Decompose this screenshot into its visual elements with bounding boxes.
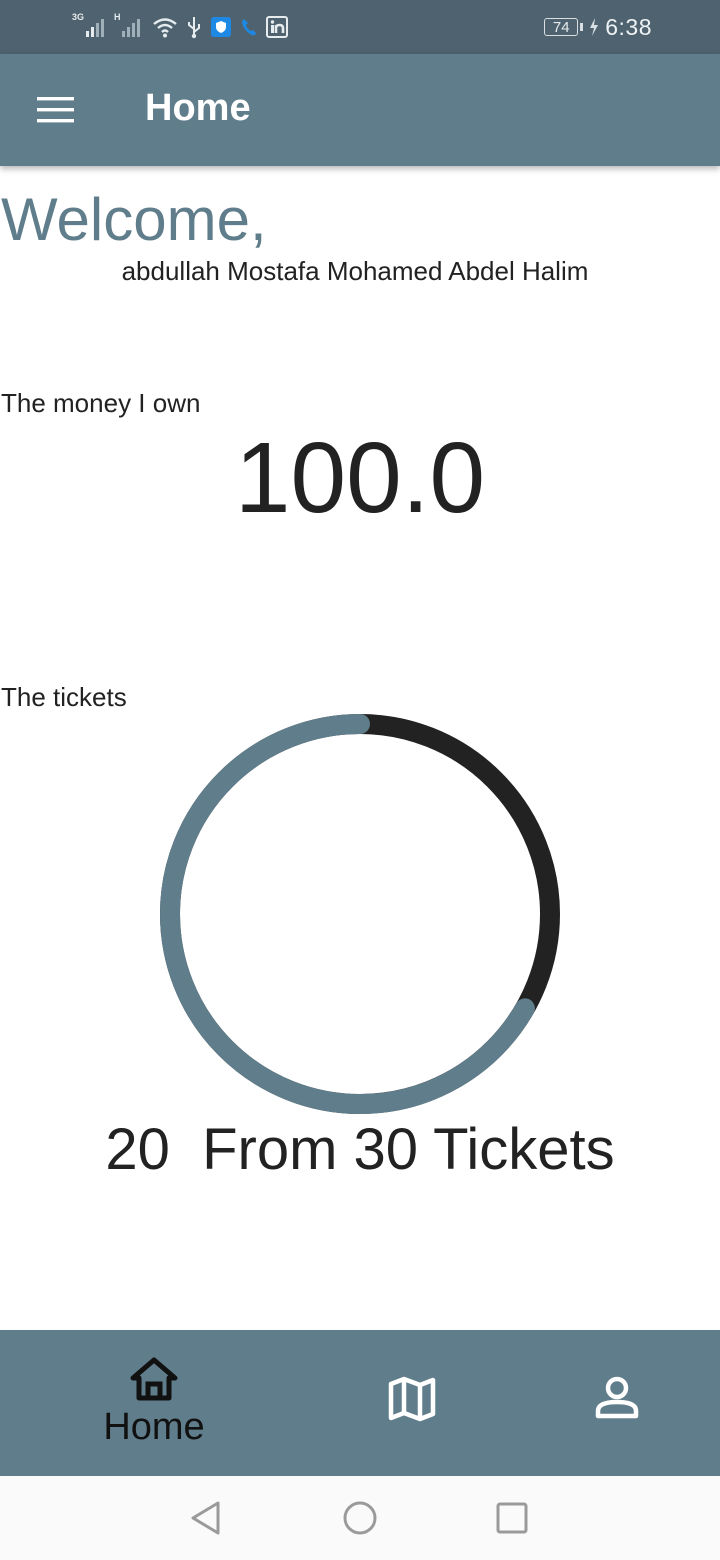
tickets-summary: 20 From 30 Tickets [105, 1117, 615, 1182]
status-icons: 3G H [72, 12, 288, 40]
money-label: The money I own [1, 388, 201, 418]
signal-h-icon: H [112, 12, 144, 39]
signal-3g-icon: 3G [72, 12, 104, 39]
nav-home-label: Home [103, 1406, 205, 1448]
home-icon [130, 1357, 178, 1401]
network-type-label: 3G [72, 12, 85, 22]
tickets-label: The tickets [1, 682, 127, 712]
phone-icon [242, 19, 256, 36]
page-title: Home [145, 87, 251, 129]
welcome-title: Welcome, [1, 186, 267, 253]
tickets-progress-ring [160, 714, 560, 1114]
status-right: 74 6:38 [544, 13, 652, 41]
app-bar: Home [0, 54, 720, 166]
wifi-icon [153, 18, 177, 38]
battery-nub [580, 23, 584, 31]
person-icon [595, 1376, 639, 1419]
battery-level: 74 [552, 18, 570, 36]
user-name: abdullah Mostafa Mohamed Abdel Halim [121, 256, 589, 286]
usb-icon [188, 17, 200, 39]
money-value: 100.0 [234, 422, 486, 534]
network-type-label: H [114, 12, 121, 22]
home-circle-icon[interactable] [342, 1500, 378, 1536]
nav-profile[interactable] [537, 1330, 697, 1476]
battery-icon: 74 [544, 18, 579, 36]
linkedin-icon [266, 16, 288, 38]
menu-button[interactable] [30, 88, 82, 132]
nav-map[interactable] [332, 1330, 492, 1476]
nav-home[interactable]: Home [74, 1330, 234, 1476]
charging-icon [590, 18, 599, 36]
recents-icon[interactable] [494, 1500, 530, 1536]
status-bar: 3G H 74 6:38 [0, 0, 720, 54]
shield-icon [211, 17, 231, 37]
map-icon [388, 1376, 436, 1422]
bottom-nav: Home [0, 1330, 720, 1476]
status-time: 6:38 [605, 13, 652, 40]
back-icon[interactable] [188, 1500, 224, 1536]
system-nav-bar [0, 1476, 720, 1560]
hamburger-menu-icon [37, 97, 74, 123]
